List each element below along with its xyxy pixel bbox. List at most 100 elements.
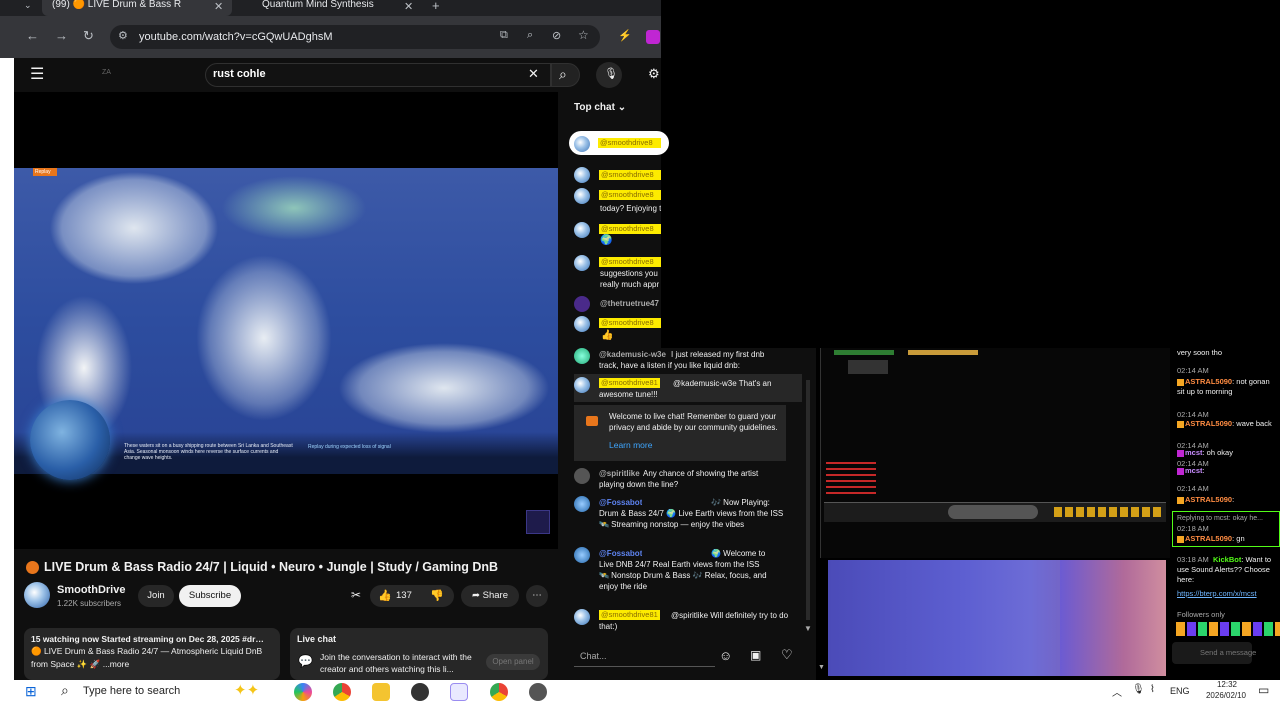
kick-reply: Replying to mcst: okay he... — [1177, 515, 1263, 522]
stream-window-light — [1060, 560, 1166, 676]
clear-search-icon[interactable]: ✕ — [528, 66, 539, 82]
game-window[interactable] — [820, 348, 1170, 558]
kick-send-placeholder: Send a message — [1200, 648, 1257, 657]
description-more[interactable]: from Space ✨ 🚀 ...more — [31, 659, 129, 670]
top-chat-label: Top chat — [574, 102, 615, 113]
tab-close-icon[interactable]: ✕ — [214, 0, 223, 13]
chat-scrollbar[interactable] — [806, 380, 810, 620]
search-icon: ⌕ — [559, 66, 567, 82]
chrome-icon[interactable] — [333, 683, 351, 701]
widgets-icon[interactable]: ✦✦ — [234, 681, 259, 699]
chat-user: @thetruetrue47 — [600, 299, 659, 308]
chat-text: 👍 — [601, 330, 614, 341]
chat-avatar — [574, 255, 590, 271]
eye-off-icon[interactable]: ⊘ — [552, 29, 561, 42]
replay-badge: Replay — [33, 168, 57, 176]
kick-message: mcst: oh okay — [1177, 448, 1233, 458]
tray-chevron-icon[interactable]: ︿ — [1112, 684, 1122, 699]
share-button[interactable]: ➦ Share — [461, 585, 519, 607]
kick-message: very soon tho — [1177, 348, 1223, 357]
kick-message: ASTRAL5090: not gonan sit up to morning — [1177, 377, 1270, 396]
notification-icon[interactable]: ▭ — [1258, 683, 1269, 697]
zoom-icon[interactable]: ⌕ — [527, 29, 533, 42]
logo-icon[interactable]: ZA — [102, 69, 111, 76]
bookmark-star-icon[interactable]: ☆ — [578, 28, 589, 42]
signal-text: Replay during expected loss of signal — [308, 444, 391, 450]
share-label: Share — [482, 590, 508, 601]
kick-emote-row[interactable] — [1176, 622, 1280, 636]
clock-date[interactable]: 2026/02/10 — [1204, 691, 1248, 700]
extension-icon[interactable] — [646, 30, 660, 44]
open-panel-button[interactable]: Open panel — [486, 654, 540, 670]
kick-message: ASTRAL5090: gn — [1177, 534, 1245, 544]
welcome-text: Welcome to live chat! Remember to guard … — [609, 412, 778, 432]
menu-icon[interactable]: ☰ — [30, 64, 44, 84]
chrome-profile-icon[interactable] — [490, 683, 508, 701]
chat-user: @smoothdrive8 — [599, 257, 661, 267]
clip-icon[interactable]: ✂ — [351, 588, 361, 602]
app-icon[interactable] — [529, 683, 547, 701]
chat-text: 🌍 Welcome to Live DNB 24/7 Real Earth vi… — [599, 549, 767, 591]
chat-bubble-icon: 💬 — [298, 654, 313, 668]
mic-tray-icon[interactable]: 🎙 — [1132, 684, 1145, 695]
chat-avatar — [574, 316, 590, 332]
taskbar-search-input[interactable]: Type here to search — [83, 684, 180, 698]
file-explorer-icon[interactable] — [372, 683, 390, 701]
kick-link[interactable]: https://bterp.com/x/mcst — [1177, 589, 1257, 599]
chat-avatar — [574, 496, 590, 512]
tab-strip: ⌄ (99) 🟠 LIVE Drum & Bass R ✕ Quantum Mi… — [0, 0, 661, 16]
join-button[interactable]: Join — [138, 585, 174, 607]
channel-name[interactable]: SmoothDrive — [57, 584, 125, 596]
tab-youtube[interactable]: (99) 🟠 LIVE Drum & Bass R — [42, 0, 232, 16]
taskbar — [0, 680, 1280, 720]
create-icon[interactable]: ⚙ — [648, 66, 660, 82]
kick-message: mcst: — [1177, 466, 1205, 476]
chat-text: suggestions you — [600, 269, 658, 278]
extension-icon[interactable]: ⚡ — [618, 29, 632, 42]
channel-avatar[interactable] — [24, 582, 50, 608]
reload-icon[interactable]: ↻ — [83, 28, 94, 44]
dollar-icon[interactable]: ▣ — [750, 648, 761, 662]
search-icon[interactable]: ⌕ — [61, 682, 69, 699]
tab-search-icon[interactable]: ⌄ — [24, 0, 32, 11]
tab-label: Quantum Mind Synthesis — [262, 0, 374, 10]
chat-text: I just released my first dnb track, have… — [599, 350, 765, 370]
network-icon[interactable]: ⌇ — [1150, 684, 1155, 695]
site-info-icon[interactable]: ⚙ — [118, 29, 128, 42]
emoji-picker-icon[interactable]: ☺ — [719, 648, 732, 663]
back-icon[interactable]: ← — [26, 28, 39, 43]
channel-watermark[interactable] — [526, 510, 550, 534]
more-actions-button[interactable]: ⋯ — [526, 585, 548, 607]
clock-time[interactable]: 12:32 — [1212, 680, 1242, 689]
live-chat-desc: Join the conversation to interact with t… — [320, 652, 472, 674]
live-chat-title: Live chat — [297, 634, 337, 644]
language-indicator[interactable]: ENG — [1170, 686, 1190, 696]
dislike-icon[interactable]: 👎 — [430, 585, 444, 607]
kick-message: ASTRAL5090: wave back — [1177, 419, 1279, 429]
obs-icon[interactable] — [411, 683, 429, 701]
forward-icon[interactable]: → — [55, 28, 68, 43]
windows-start-icon[interactable]: ⊞ — [25, 683, 37, 700]
learn-more-link[interactable]: Learn more — [609, 440, 652, 450]
like-dislike-button[interactable]: 👍 137 👎 — [370, 585, 454, 607]
video-title: LIVE Drum & Bass Radio 24/7 | Liquid • N… — [44, 560, 499, 574]
chat-placeholder: Chat... — [580, 651, 607, 661]
heart-icon[interactable]: ♡ — [781, 647, 793, 663]
tab-quantum[interactable]: Quantum Mind Synthesis — [236, 0, 420, 16]
copilot-icon[interactable] — [294, 683, 312, 701]
kick-time: 02:18 AM — [1177, 524, 1209, 533]
game-hotbar[interactable] — [824, 502, 1166, 522]
top-chat-dropdown[interactable]: Top chat ⌄ — [574, 102, 626, 113]
tab-close-icon[interactable]: ✕ — [404, 0, 413, 13]
subscribe-button[interactable]: Subscribe — [179, 585, 241, 607]
new-tab-icon[interactable]: + — [432, 0, 440, 13]
open-in-app-icon[interactable]: ⧉ — [500, 29, 508, 42]
search-button[interactable]: ⌕ — [551, 63, 580, 87]
url-text: youtube.com/watch?v=cGQwUADghsM — [139, 31, 333, 43]
kick-time: 02:14 AM — [1177, 484, 1209, 493]
kick-time: 02:14 AM — [1177, 366, 1209, 375]
app-icon[interactable] — [450, 683, 468, 701]
scroll-down-icon[interactable]: ▼ — [804, 624, 812, 633]
voice-search-button[interactable]: 🎙 — [596, 62, 622, 88]
scroll-down-icon[interactable]: ▼ — [818, 664, 825, 671]
